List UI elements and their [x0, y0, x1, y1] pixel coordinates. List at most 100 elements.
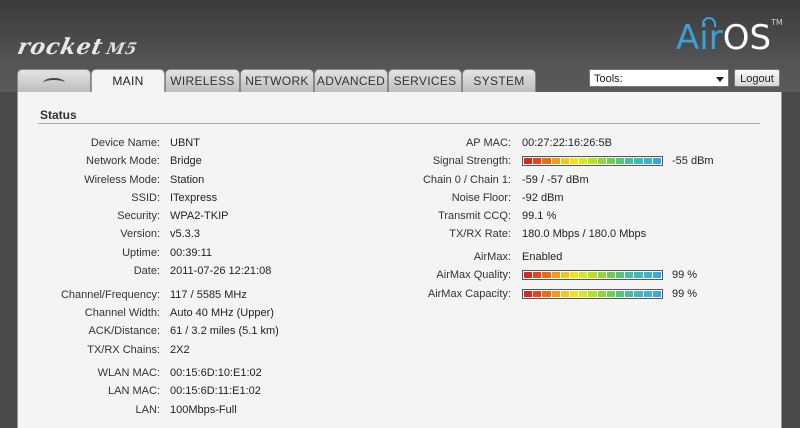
info-label: Chain 0 / Chain 1:	[422, 174, 511, 186]
info-row-ack-distance: ACK/Distance: 61 / 3.2 miles (5.1 km)	[18, 324, 418, 338]
meter-segment	[570, 272, 579, 278]
chevron-down-icon	[716, 77, 724, 82]
meter-segment	[560, 291, 570, 297]
info-label: Transmit CCQ:	[438, 210, 511, 222]
info-value: 61 / 3.2 miles (5.1 km)	[170, 325, 279, 337]
info-label: ACK/Distance:	[88, 325, 160, 337]
info-label: Signal Strength:	[432, 155, 511, 167]
meter-segment	[625, 291, 634, 297]
info-value: 00:27:22:16:26:5B	[522, 137, 612, 149]
info-label: LAN MAC:	[108, 385, 160, 397]
meter-segment	[524, 158, 533, 164]
airmax-quality-meter	[522, 270, 663, 280]
meter-segment	[625, 158, 634, 164]
meter-segment	[551, 272, 560, 278]
meter-segment	[533, 291, 542, 297]
info-value: 00:15:6D:11:E1:02	[170, 385, 261, 397]
info-label: AirMax Capacity:	[427, 288, 511, 300]
meter-segment	[652, 272, 662, 278]
airmax-capacity-meter	[522, 289, 663, 299]
info-row-channel-width: Channel Width: Auto 40 MHz (Upper)	[18, 306, 418, 320]
info-row-ap-mac: AP MAC: 00:27:22:16:26:5B	[18, 136, 778, 150]
meter-segment	[643, 272, 652, 278]
meter-segment	[643, 291, 652, 297]
ubiquiti-antenna-icon	[43, 78, 65, 88]
meter-segment	[524, 272, 533, 278]
info-value: 99.1 %	[522, 210, 557, 222]
tab-network[interactable]: NETWORK	[240, 69, 314, 92]
info-label: Channel Width:	[84, 307, 160, 319]
tab-system[interactable]: SYSTEM	[462, 69, 536, 92]
tab-system-label: SYSTEM	[473, 74, 525, 88]
info-value: Auto 40 MHz (Upper)	[170, 307, 274, 319]
info-row-signal-strength: Signal Strength: -55 dBm	[18, 154, 778, 168]
status-section-title: Status	[40, 108, 77, 122]
tools-selected-value: Tools:	[594, 73, 623, 85]
tab-advanced[interactable]: ADVANCED	[314, 69, 388, 92]
meter-segment	[597, 158, 606, 164]
tab-ubiquiti[interactable]	[17, 69, 91, 92]
tools-dropdown[interactable]: Tools:	[589, 69, 729, 87]
signal-strength-meter	[522, 156, 663, 166]
tab-services[interactable]: SERVICES	[388, 69, 462, 92]
tab-main-label: MAIN	[112, 74, 144, 88]
meter-segment	[542, 291, 551, 297]
meter-segment	[643, 158, 652, 164]
info-row-airmax-quality: AirMax Quality: 99 %	[18, 268, 778, 282]
info-row-airmax-capacity: AirMax Capacity: 99 %	[18, 287, 778, 301]
meter-segment	[597, 272, 606, 278]
info-label: Noise Floor:	[451, 192, 511, 204]
meter-segment	[570, 291, 579, 297]
info-label: AirMax:	[473, 251, 511, 263]
info-value: 99 %	[672, 269, 698, 281]
info-row-txrx-rate: TX/RX Rate: 180.0 Mbps / 180.0 Mbps	[18, 227, 778, 241]
meter-segment	[606, 158, 616, 164]
meter-segment	[524, 291, 533, 297]
rocket-m5-logo: rocketM5	[15, 34, 140, 60]
info-row-airmax: AirMax: Enabled	[18, 250, 778, 264]
info-value: 00:15:6D:10:E1:02	[170, 367, 262, 379]
info-label: AP MAC:	[465, 137, 511, 149]
info-label: TX/RX Chains:	[87, 344, 160, 356]
meter-segment	[616, 291, 625, 297]
tab-network-label: NETWORK	[245, 74, 309, 88]
info-row-chains: Chain 0 / Chain 1: -59 / -57 dBm	[18, 173, 778, 187]
meter-segment	[542, 158, 551, 164]
meter-segment	[634, 272, 643, 278]
info-value: -55 dBm	[672, 155, 714, 167]
meter-segment	[533, 272, 542, 278]
meter-segment	[533, 158, 542, 164]
meter-segment	[560, 158, 570, 164]
info-row-transmit-ccq: Transmit CCQ: 99.1 %	[18, 209, 778, 223]
tab-wireless-label: WIRELESS	[170, 74, 235, 88]
meter-segment	[542, 272, 551, 278]
meter-segment	[551, 291, 560, 297]
info-row-lan: LAN: 100Mbps-Full	[18, 403, 418, 417]
meter-segment	[634, 291, 643, 297]
meter-segment	[560, 272, 570, 278]
section-divider	[38, 123, 760, 124]
logout-button[interactable]: Logout	[734, 69, 780, 87]
info-label: LAN:	[135, 404, 160, 416]
meter-segment	[551, 158, 560, 164]
brand-os: OS	[722, 18, 772, 58]
info-label: TX/RX Rate:	[449, 228, 511, 240]
meter-segment	[616, 272, 625, 278]
info-row-txrx-chains: TX/RX Chains: 2X2	[18, 343, 418, 357]
tab-services-label: SERVICES	[393, 74, 457, 88]
info-value: 180.0 Mbps / 180.0 Mbps	[522, 228, 647, 240]
meter-segment	[579, 291, 588, 297]
info-label: WLAN MAC:	[97, 367, 160, 379]
tab-main[interactable]: MAIN	[91, 69, 165, 93]
meter-segment	[570, 158, 579, 164]
meter-segment	[588, 158, 597, 164]
meter-segment	[606, 291, 616, 297]
airos-logo: AirOSTM	[676, 18, 783, 58]
meter-segment	[625, 272, 634, 278]
meter-segment	[588, 291, 597, 297]
info-row-lan-mac: LAN MAC: 00:15:6D:11:E1:02	[18, 384, 418, 398]
device-logo-text: rocket	[15, 34, 106, 60]
info-row-noise-floor: Noise Floor: -92 dBm	[18, 191, 778, 205]
meter-segment	[652, 158, 662, 164]
tab-wireless[interactable]: WIRELESS	[165, 69, 240, 92]
